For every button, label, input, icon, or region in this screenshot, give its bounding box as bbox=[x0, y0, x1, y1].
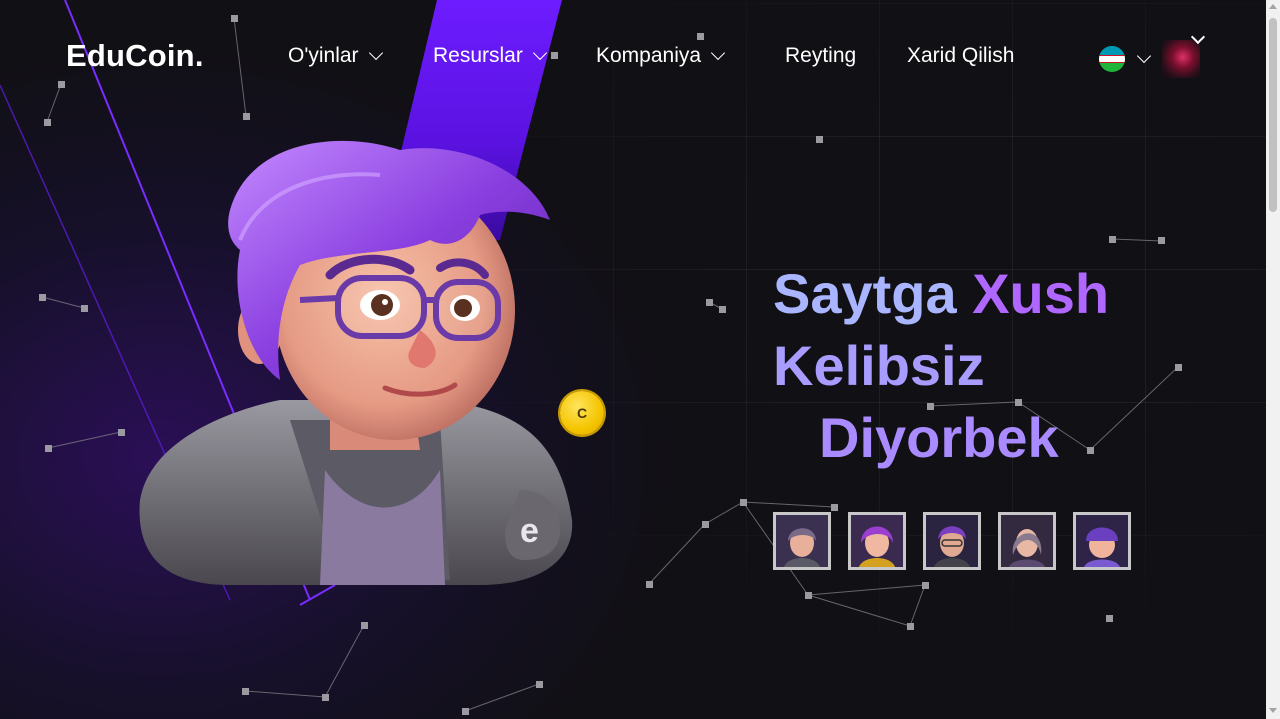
nav-label: O'yinlar bbox=[288, 44, 359, 67]
hero-title-word-1: Saytga bbox=[773, 262, 957, 325]
hero-title: Saytga Xush Kelibsiz Diyorbek bbox=[773, 258, 1233, 474]
nav-reyting[interactable]: Reyting bbox=[785, 44, 856, 68]
chevron-down-icon bbox=[1136, 48, 1152, 64]
user-avatar[interactable] bbox=[1162, 40, 1200, 78]
svg-text:e: e bbox=[520, 512, 539, 550]
scroll-down-arrow-icon[interactable] bbox=[1269, 708, 1277, 713]
chevron-down-icon bbox=[532, 45, 547, 61]
scroll-up-arrow-icon[interactable] bbox=[1269, 4, 1277, 9]
chevron-down-icon bbox=[368, 45, 383, 61]
hero-username: Diyorbek bbox=[819, 406, 1059, 469]
character-thumb-3[interactable] bbox=[923, 512, 981, 570]
character-thumb-1[interactable] bbox=[773, 512, 831, 570]
nav-label: Reyting bbox=[785, 44, 857, 67]
nav-label: Kompaniya bbox=[596, 44, 702, 67]
logo[interactable]: EduCoin. bbox=[66, 38, 204, 74]
character-thumb-2[interactable] bbox=[848, 512, 906, 570]
chevron-down-icon bbox=[710, 45, 726, 61]
coin-icon[interactable]: C bbox=[560, 391, 604, 435]
page: e C EduCoin. O'yinlar Resurslar Kompaniy… bbox=[0, 0, 1280, 719]
nav-resurslar[interactable]: Resurslar bbox=[433, 44, 547, 68]
nav-label: Xarid Qilish bbox=[907, 44, 1015, 67]
scroll-thumb[interactable] bbox=[1269, 18, 1277, 212]
scrollbar[interactable] bbox=[1266, 0, 1280, 719]
coin-label: C bbox=[576, 405, 588, 421]
character-thumb-4[interactable] bbox=[998, 512, 1056, 570]
character-selector bbox=[773, 512, 1131, 570]
header: EduCoin. O'yinlar Resurslar Kompaniya Re… bbox=[0, 0, 1266, 118]
uzbekistan-flag-icon bbox=[1099, 46, 1125, 72]
nav-xarid-qilish[interactable]: Xarid Qilish bbox=[907, 44, 1014, 68]
nav-kompaniya[interactable]: Kompaniya bbox=[596, 44, 726, 68]
hero-title-word-2: Xush bbox=[972, 262, 1110, 325]
nav-oyinlar[interactable]: O'yinlar bbox=[288, 44, 383, 68]
language-selector[interactable] bbox=[1099, 46, 1152, 72]
hero-title-line-2: Kelibsiz bbox=[773, 334, 985, 397]
nav-label: Resurslar bbox=[433, 44, 523, 67]
character-thumb-5[interactable] bbox=[1073, 512, 1131, 570]
